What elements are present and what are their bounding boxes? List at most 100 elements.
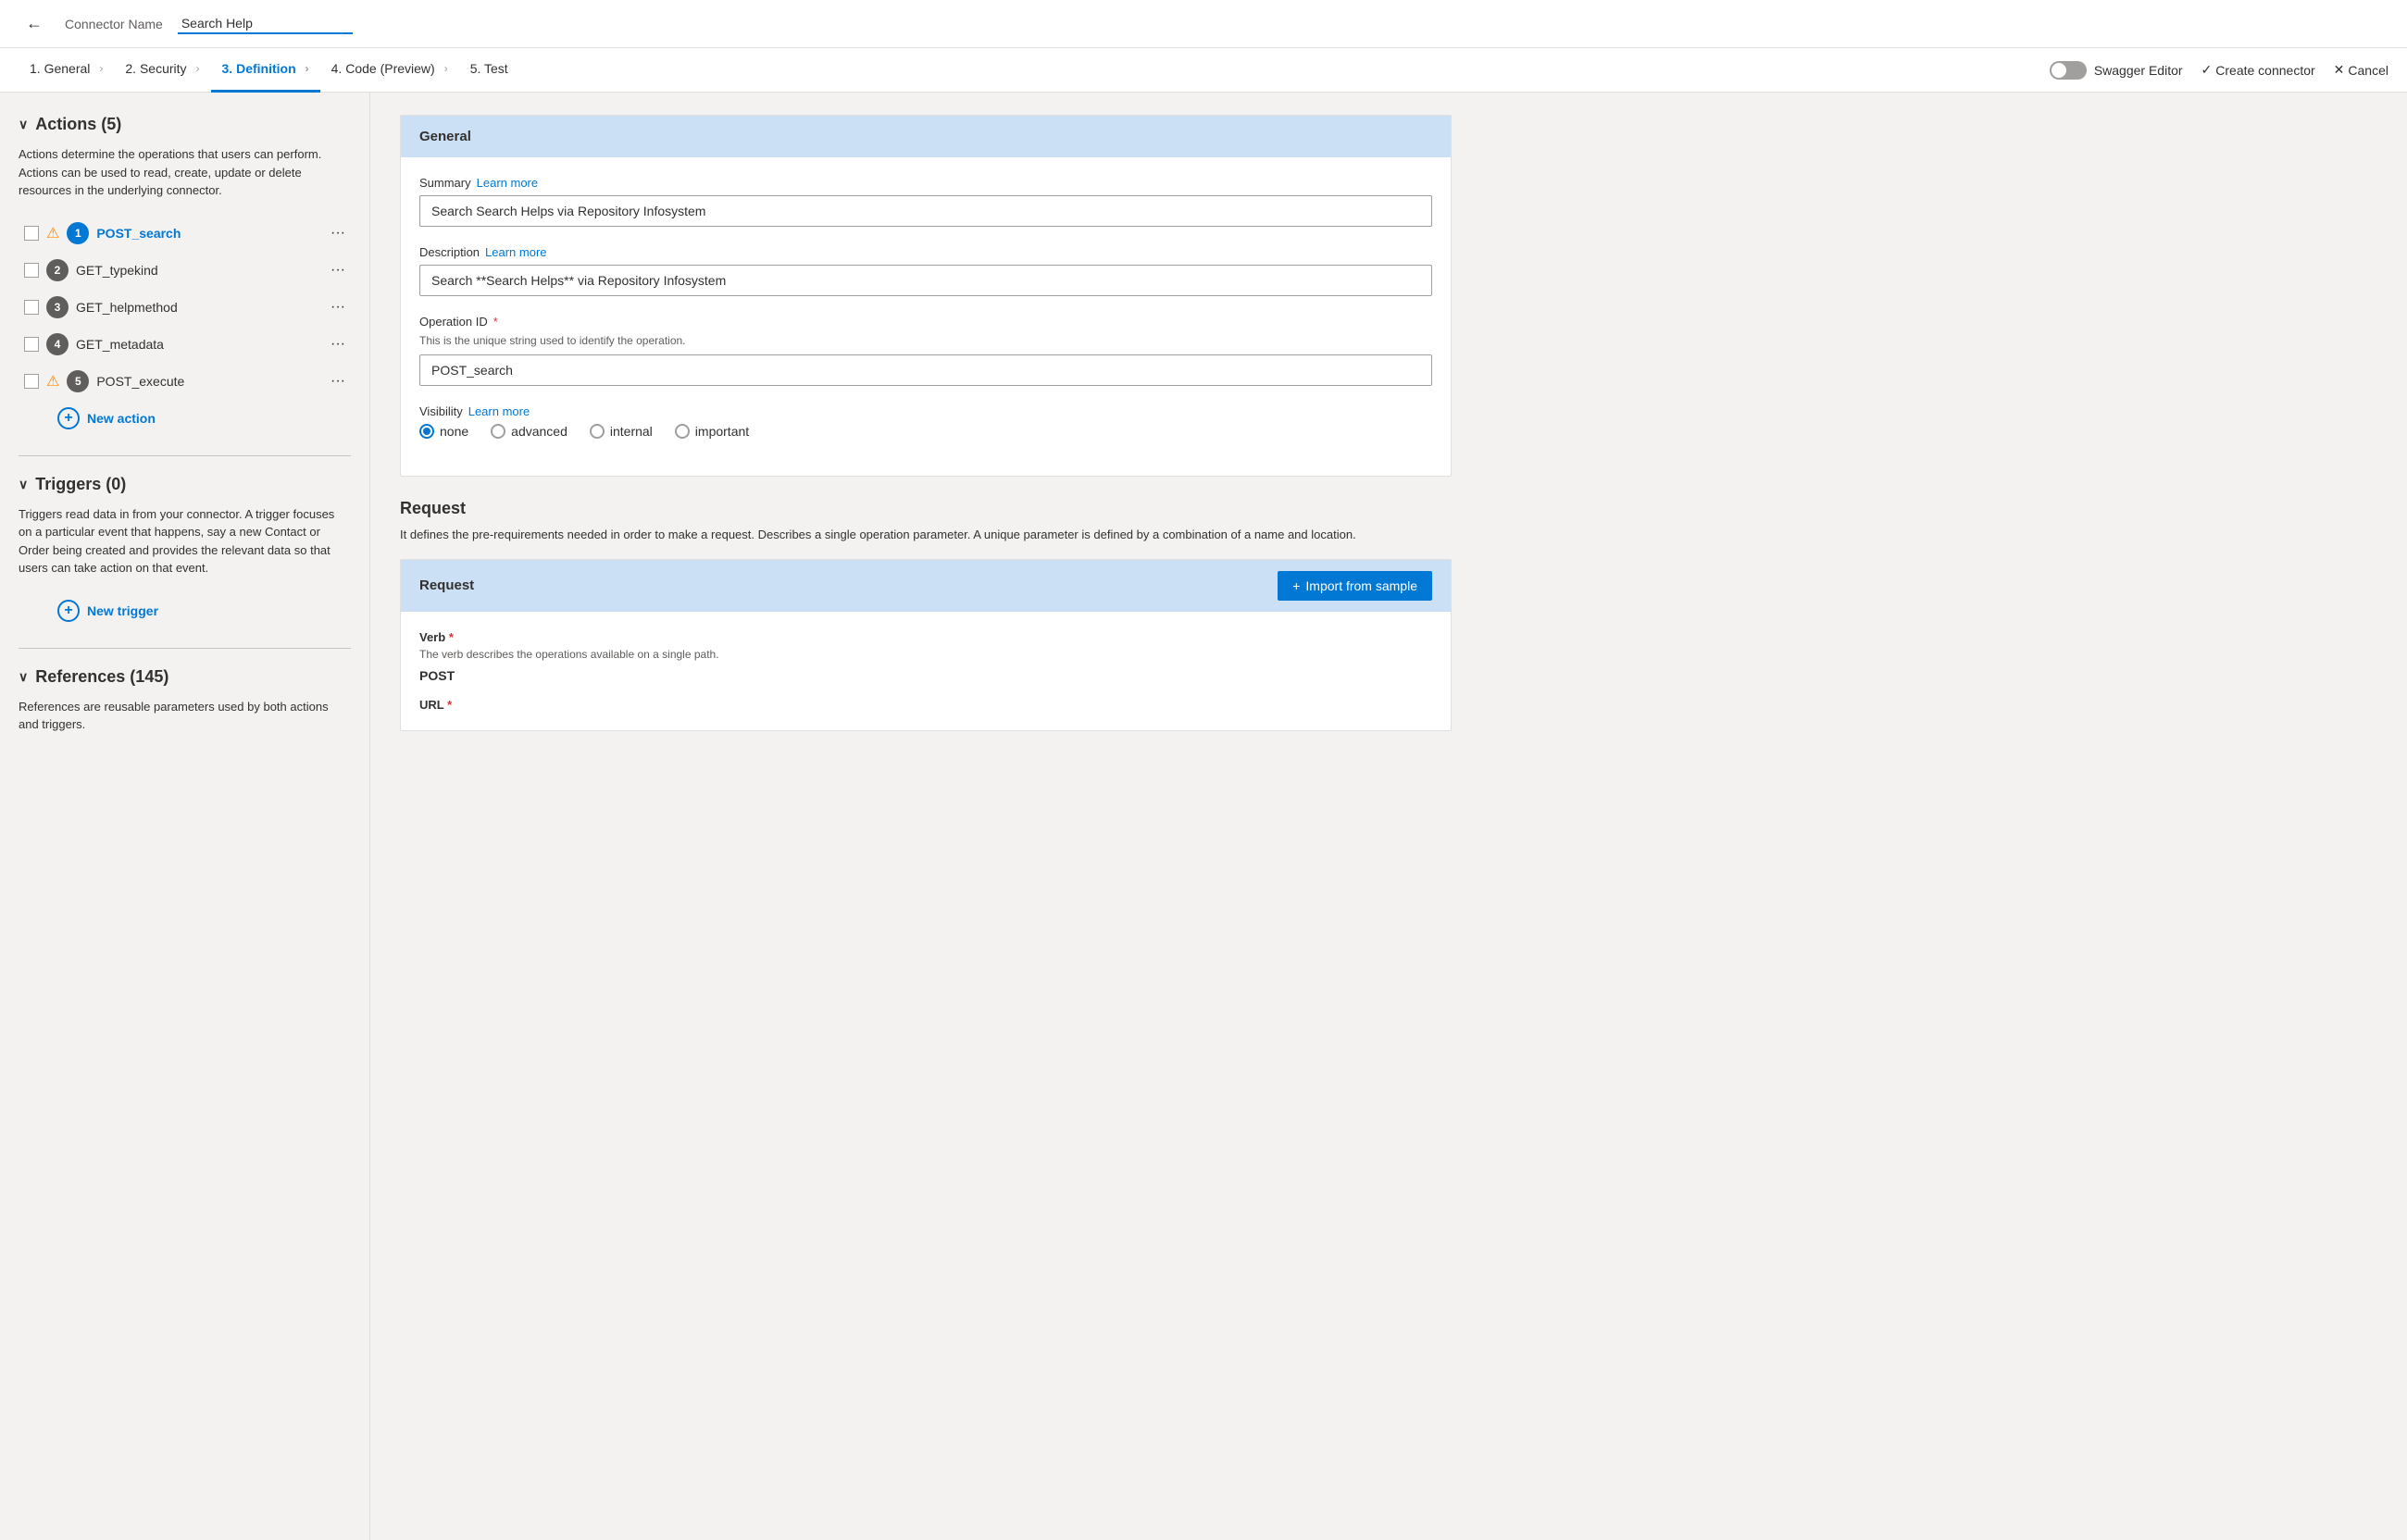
verb-required-star: * — [449, 630, 454, 644]
action-checkbox-4[interactable] — [24, 337, 39, 352]
cancel-button[interactable]: ✕ Cancel — [2334, 62, 2388, 78]
action-label-4: GET_metadata — [76, 337, 323, 352]
description-input[interactable] — [419, 265, 1432, 296]
triggers-description: Triggers read data in from your connecto… — [19, 505, 351, 578]
operation-id-hint: This is the unique string used to identi… — [419, 334, 1432, 347]
action-num-2: 2 — [46, 259, 69, 281]
connector-name-label: Connector Name — [65, 17, 163, 31]
warning-icon-5: ⚠ — [46, 372, 59, 391]
tab-test[interactable]: 5. Test — [459, 48, 519, 93]
radio-advanced[interactable]: advanced — [491, 424, 567, 439]
actions-title: Actions (5) — [35, 115, 121, 134]
sidebar: ∨ Actions (5) Actions determine the oper… — [0, 93, 370, 1540]
tab-security[interactable]: 2. Security › — [114, 48, 210, 93]
request-title: Request — [400, 499, 1452, 518]
radio-internal-label: internal — [610, 424, 653, 439]
action-more-2[interactable]: ··· — [330, 262, 345, 279]
collapse-triggers-icon[interactable]: ∨ — [19, 477, 28, 492]
operation-id-required: * — [493, 315, 498, 329]
general-card-body: Summary Learn more Description Learn mor… — [401, 157, 1451, 476]
action-num-5: 5 — [67, 370, 89, 392]
request-card-header-label: Request — [419, 578, 474, 593]
chevron-right-icon: › — [444, 62, 448, 75]
action-item-2[interactable]: 2 GET_typekind ··· — [19, 252, 351, 289]
verb-label: Verb * — [419, 630, 1432, 644]
summary-label: Summary Learn more — [419, 176, 1432, 190]
tab-definition[interactable]: 3. Definition › — [211, 48, 320, 93]
action-item-3[interactable]: 3 GET_helpmethod ··· — [19, 289, 351, 326]
visibility-learn-more-link[interactable]: Learn more — [468, 404, 530, 418]
action-checkbox-1[interactable] — [24, 226, 39, 241]
import-from-sample-button[interactable]: + Import from sample — [1278, 571, 1432, 601]
new-action-button[interactable]: + New action — [52, 400, 351, 437]
action-label-2: GET_typekind — [76, 263, 323, 278]
radio-advanced-label: advanced — [511, 424, 567, 439]
action-more-5[interactable]: ··· — [330, 373, 345, 390]
back-button[interactable]: ← — [19, 10, 50, 37]
references-section-header: ∨ References (145) — [19, 667, 351, 687]
general-header-label: General — [419, 129, 471, 144]
close-icon: ✕ — [2334, 62, 2345, 78]
summary-field-group: Summary Learn more — [419, 176, 1432, 227]
action-checkbox-3[interactable] — [24, 300, 39, 315]
swagger-editor-label: Swagger Editor — [2094, 63, 2183, 78]
description-learn-more-link[interactable]: Learn more — [485, 245, 546, 259]
new-trigger-label: New trigger — [87, 603, 158, 618]
action-item-1[interactable]: ⚠ 1 POST_search ··· — [19, 215, 351, 252]
action-more-3[interactable]: ··· — [330, 299, 345, 316]
action-label-3: GET_helpmethod — [76, 300, 323, 315]
verb-field-group: Verb * The verb describes the operations… — [419, 630, 1432, 683]
toggle-knob — [2052, 63, 2066, 78]
chevron-right-icon: › — [306, 62, 309, 75]
request-description: It defines the pre-requirements needed i… — [400, 526, 1452, 544]
summary-input[interactable] — [419, 195, 1432, 227]
action-checkbox-5[interactable] — [24, 374, 39, 389]
check-icon: ✓ — [2201, 62, 2213, 78]
back-icon: ← — [26, 14, 43, 33]
connector-name-input[interactable] — [178, 14, 353, 34]
radio-important[interactable]: important — [675, 424, 749, 439]
content-area: General Summary Learn more Desc — [370, 93, 2407, 1540]
radio-advanced-circle — [491, 424, 505, 439]
general-card-header: General — [401, 116, 1451, 157]
action-num-1: 1 — [67, 222, 89, 244]
summary-learn-more-link[interactable]: Learn more — [477, 176, 538, 190]
references-description: References are reusable parameters used … — [19, 698, 351, 734]
description-field-group: Description Learn more — [419, 245, 1432, 296]
operation-id-label: Operation ID * — [419, 315, 1432, 329]
request-card-header: Request + Import from sample — [401, 560, 1451, 612]
general-card: General Summary Learn more Desc — [400, 115, 1452, 477]
toggle-track — [2050, 61, 2087, 80]
plus-icon: + — [1292, 578, 1300, 593]
radio-none-label: none — [440, 424, 468, 439]
radio-internal-circle — [590, 424, 605, 439]
action-more-1[interactable]: ··· — [330, 225, 345, 242]
radio-none[interactable]: none — [419, 424, 468, 439]
actions-section-header: ∨ Actions (5) — [19, 115, 351, 134]
top-bar: ← Connector Name — [0, 0, 2407, 48]
request-card: Request + Import from sample Verb * — [400, 559, 1452, 731]
action-checkbox-2[interactable] — [24, 263, 39, 278]
tab-code[interactable]: 4. Code (Preview) › — [320, 48, 459, 93]
swagger-editor-toggle[interactable]: Swagger Editor — [2050, 61, 2183, 80]
request-section: Request It defines the pre-requirements … — [400, 499, 1452, 731]
tab-general[interactable]: 1. General › — [19, 48, 114, 93]
section-divider-2 — [19, 648, 351, 649]
action-item-4[interactable]: 4 GET_metadata ··· — [19, 326, 351, 363]
triggers-section-header: ∨ Triggers (0) — [19, 475, 351, 494]
operation-id-input[interactable] — [419, 354, 1432, 386]
action-item-5[interactable]: ⚠ 5 POST_execute ··· — [19, 363, 351, 400]
visibility-radio-group: none advanced internal — [419, 424, 1432, 439]
action-num-4: 4 — [46, 333, 69, 355]
visibility-field-group: Visibility Learn more none advan — [419, 404, 1432, 439]
import-btn-label: Import from sample — [1305, 578, 1417, 593]
plus-circle-icon: + — [57, 407, 80, 429]
collapse-references-icon[interactable]: ∨ — [19, 669, 28, 685]
main-layout: ∨ Actions (5) Actions determine the oper… — [0, 93, 2407, 1540]
collapse-icon[interactable]: ∨ — [19, 117, 28, 132]
new-trigger-button[interactable]: + New trigger — [52, 592, 351, 629]
create-connector-button[interactable]: ✓ Create connector — [2201, 62, 2315, 78]
radio-internal[interactable]: internal — [590, 424, 653, 439]
chevron-right-icon: › — [196, 62, 200, 75]
action-more-4[interactable]: ··· — [330, 336, 345, 353]
